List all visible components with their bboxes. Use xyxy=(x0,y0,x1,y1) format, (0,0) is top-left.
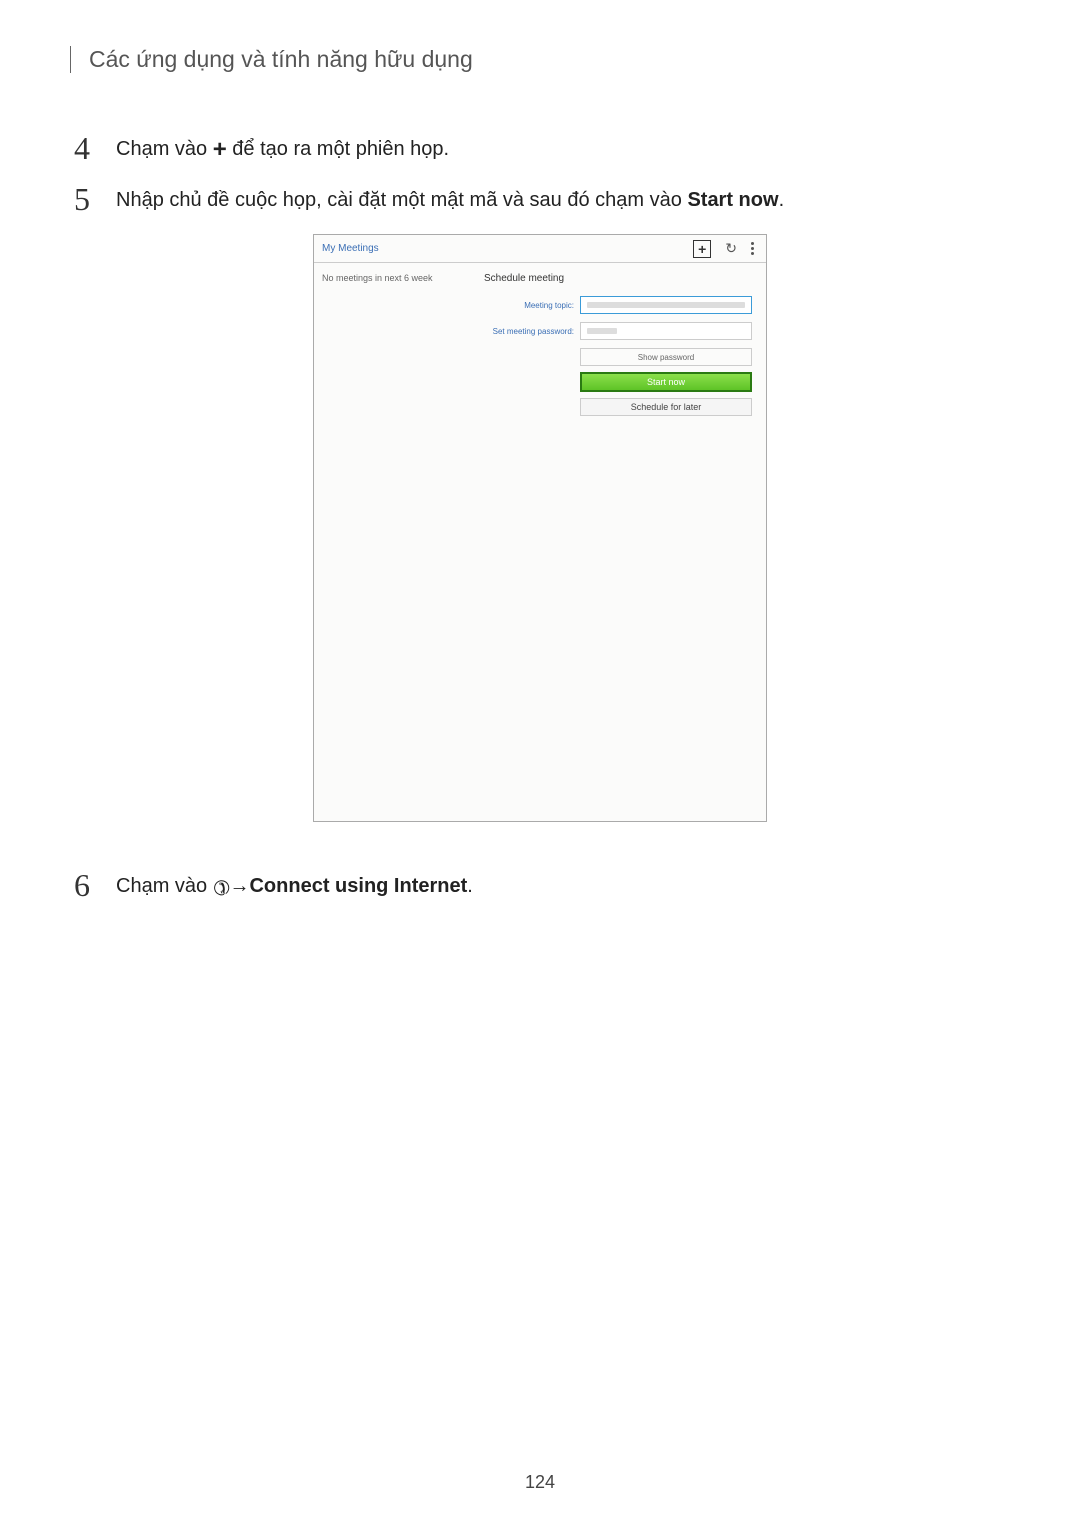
ss-title: My Meetings xyxy=(322,243,693,254)
text-bold: Start now xyxy=(687,189,778,211)
meeting-topic-input[interactable] xyxy=(580,296,752,314)
refresh-icon[interactable]: ↻ xyxy=(725,240,737,257)
text-post: để tạo ra một phiên họp. xyxy=(227,138,449,160)
step-6: 6 Chạm vào ✆ → Connect using Internet. xyxy=(70,870,1010,903)
text-post: . xyxy=(779,189,785,211)
schedule-later-button[interactable]: Schedule for later xyxy=(580,398,752,416)
text-pre: Chạm vào xyxy=(116,138,213,160)
ss-label-password: Set meeting password: xyxy=(484,327,580,336)
embedded-screenshot: My Meetings + ↻ No meetings in next 6 we… xyxy=(313,234,767,822)
text-pre: Chạm vào xyxy=(116,875,213,897)
step-number: 4 xyxy=(74,133,104,163)
step-text: Chạm vào + để tạo ra một phiên họp. xyxy=(116,133,449,164)
step-number: 5 xyxy=(74,184,104,214)
text-pre: Nhập chủ đề cuộc họp, cài đặt một mật mã… xyxy=(116,189,687,211)
step-text: Nhập chủ đề cuộc họp, cài đặt một mật mã… xyxy=(116,184,784,214)
more-icon[interactable] xyxy=(751,242,754,255)
step-5: 5 Nhập chủ đề cuộc họp, cài đặt một mật … xyxy=(70,184,1010,214)
plus-icon: + xyxy=(213,136,227,164)
step-4: 4 Chạm vào + để tạo ra một phiên họp. xyxy=(70,133,1010,164)
start-now-button[interactable]: Start now xyxy=(580,372,752,392)
text-bold: Connect using Internet xyxy=(249,875,467,897)
ss-left-panel: No meetings in next 6 week xyxy=(314,263,484,821)
section-title: Các ứng dụng và tính năng hữu dụng xyxy=(89,46,1010,73)
ss-label-topic: Meeting topic: xyxy=(484,301,580,310)
show-password-button[interactable]: Show password xyxy=(580,348,752,366)
ss-left-text: No meetings in next 6 week xyxy=(322,273,476,283)
add-icon[interactable]: + xyxy=(693,240,711,258)
step-number: 6 xyxy=(74,870,104,900)
ss-icons: + ↻ xyxy=(693,240,758,258)
ss-topbar: My Meetings + ↻ xyxy=(314,235,766,263)
arrow-icon: → xyxy=(229,872,249,900)
ss-panel-title: Schedule meeting xyxy=(484,273,752,284)
meeting-password-input[interactable] xyxy=(580,322,752,340)
section-header: Các ứng dụng và tính năng hữu dụng xyxy=(70,46,1010,73)
page-number: 124 xyxy=(0,1472,1080,1493)
ss-right-panel: Schedule meeting Meeting topic: Set meet… xyxy=(484,263,766,821)
text-post: . xyxy=(467,875,473,897)
step-text: Chạm vào ✆ → Connect using Internet. xyxy=(116,870,473,903)
